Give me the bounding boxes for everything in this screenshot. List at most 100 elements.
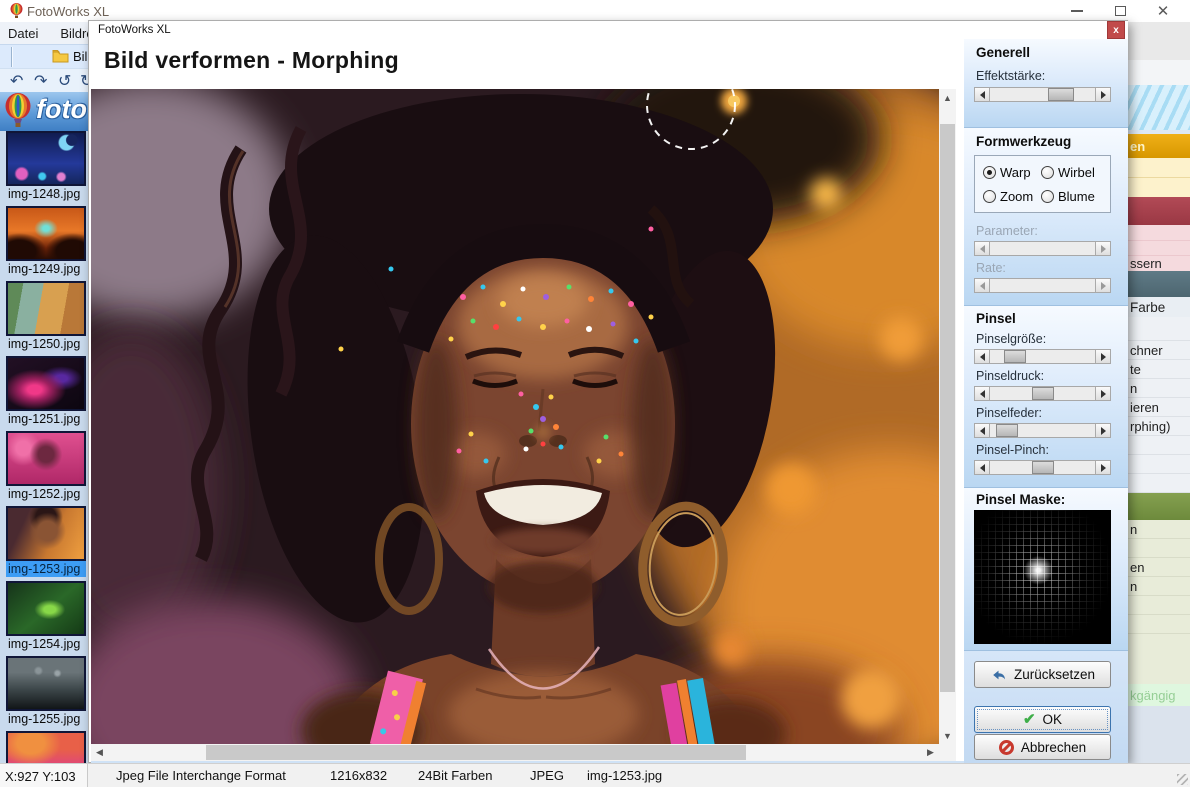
slider-track[interactable] <box>990 88 1095 101</box>
thumbnail-item[interactable]: img-1249.jpg <box>6 206 86 277</box>
slider-track[interactable] <box>990 350 1095 363</box>
slider-thumb[interactable] <box>996 424 1018 437</box>
slider-right-arrow[interactable] <box>1095 461 1110 474</box>
bg-row-pink[interactable]: ssern <box>1128 256 1190 271</box>
slider-right-arrow[interactable] <box>1095 88 1110 101</box>
radio-warp[interactable]: Warp <box>983 165 1031 180</box>
slider-right-arrow[interactable] <box>1095 424 1110 437</box>
scroll-down-icon[interactable]: ▼ <box>939 727 956 744</box>
bg-row[interactable] <box>1128 436 1190 455</box>
bg-button-red[interactable] <box>1128 197 1190 225</box>
slider-right-arrow[interactable] <box>1095 350 1110 363</box>
bg-row[interactable]: te <box>1128 360 1190 379</box>
scroll-right-icon[interactable]: ▶ <box>922 744 939 761</box>
horizontal-scrollbar[interactable]: ◀ ▶ <box>91 744 939 761</box>
slider-track[interactable] <box>990 461 1095 474</box>
bg-row-green[interactable]: n <box>1128 577 1190 596</box>
scroll-left-icon[interactable]: ◀ <box>91 744 108 761</box>
bg-button-orange[interactable]: en <box>1128 134 1190 158</box>
brush-pressure-slider[interactable] <box>974 386 1111 401</box>
slider-left-arrow[interactable] <box>975 461 990 474</box>
brush-feather-slider[interactable] <box>974 423 1111 438</box>
bg-row-green[interactable] <box>1128 596 1190 615</box>
brush-pinch-slider[interactable] <box>974 460 1111 475</box>
section-heading: Formwerkzeug <box>976 134 1071 149</box>
slider-left-arrow[interactable] <box>975 350 990 363</box>
bg-fragment-text: kgängig <box>1130 688 1176 703</box>
slider-right-arrow <box>1095 242 1110 255</box>
bg-row[interactable] <box>1128 474 1190 493</box>
bg-toolbar-area <box>1128 20 1190 60</box>
bg-row-pink[interactable] <box>1128 241 1190 256</box>
radio-blume[interactable]: Blume <box>1041 189 1095 204</box>
thumbnail-image[interactable] <box>6 731 86 763</box>
bg-row-pink[interactable] <box>1128 225 1190 241</box>
bg-row[interactable]: n <box>1128 379 1190 398</box>
horizontal-scroll-thumb[interactable] <box>206 745 746 760</box>
bg-row-green[interactable]: en <box>1128 558 1190 577</box>
slider-thumb[interactable] <box>1032 461 1054 474</box>
bg-row-cream[interactable] <box>1128 178 1190 197</box>
bg-row[interactable] <box>1128 455 1190 474</box>
thumbnail-item[interactable]: img-1251.jpg <box>6 356 86 427</box>
bg-row-green[interactable]: n <box>1128 520 1190 539</box>
thumbnail-item-partial[interactable] <box>6 731 86 763</box>
vertical-scrollbar[interactable]: ▲ ▼ <box>939 89 956 744</box>
dialog-close-button[interactable]: x <box>1107 21 1125 39</box>
ok-button-label: OK <box>1043 712 1063 727</box>
thumbnail-image[interactable] <box>6 581 86 636</box>
thumbnail-item[interactable]: img-1255.jpg <box>6 656 86 727</box>
ok-button[interactable]: ✔ OK <box>974 706 1111 733</box>
slider-left-arrow[interactable] <box>975 387 990 400</box>
thumbnail-label: img-1248.jpg <box>6 186 86 202</box>
bg-row[interactable]: chner <box>1128 341 1190 360</box>
rotate-left-icon[interactable]: ↶ <box>10 71 23 91</box>
slider-thumb[interactable] <box>1004 350 1026 363</box>
minimize-button[interactable] <box>1062 0 1092 22</box>
bg-row-green <box>1128 634 1190 684</box>
maximize-button[interactable] <box>1105 0 1135 22</box>
bg-row-green[interactable] <box>1128 615 1190 634</box>
folder-icon[interactable] <box>52 49 69 68</box>
thumbnail-image[interactable] <box>6 356 86 411</box>
vertical-scroll-thumb[interactable] <box>940 124 955 692</box>
thumbnail-item[interactable]: img-1250.jpg <box>6 281 86 352</box>
brush-size-slider[interactable] <box>974 349 1111 364</box>
radio-zoom[interactable]: Zoom <box>983 189 1033 204</box>
thumbnail-item[interactable]: img-1252.jpg <box>6 431 86 502</box>
thumbnail-image[interactable] <box>6 206 86 261</box>
bg-button-green[interactable] <box>1128 493 1190 520</box>
bg-row-cream[interactable] <box>1128 158 1190 178</box>
rotate-right-icon[interactable]: ↷ <box>34 71 47 91</box>
resize-grip[interactable] <box>1177 774 1188 785</box>
slider-thumb[interactable] <box>1032 387 1054 400</box>
reset-button[interactable]: Zurücksetzen <box>974 661 1111 688</box>
thumbnail-item[interactable]: img-1254.jpg <box>6 581 86 652</box>
bg-row[interactable] <box>1128 317 1190 341</box>
thumbnail-item[interactable]: img-1248.jpg <box>6 131 86 202</box>
thumbnail-image[interactable] <box>6 431 86 486</box>
bg-row-green[interactable] <box>1128 539 1190 558</box>
menu-datei[interactable]: Datei <box>8 26 38 41</box>
thumbnail-image[interactable] <box>6 656 86 711</box>
thumbnail-image[interactable] <box>6 131 86 186</box>
radio-wirbel[interactable]: Wirbel <box>1041 165 1095 180</box>
rotate-ccw-icon[interactable]: ↺ <box>58 71 71 91</box>
thumbnail-image[interactable] <box>6 506 86 561</box>
slider-thumb[interactable] <box>1048 88 1074 101</box>
close-button[interactable]: ✕ <box>1148 0 1178 22</box>
slider-right-arrow[interactable] <box>1095 387 1110 400</box>
thumbnail-image[interactable] <box>6 281 86 336</box>
bg-row[interactable]: rphing) <box>1128 417 1190 436</box>
scroll-up-icon[interactable]: ▲ <box>939 89 956 106</box>
slider-track[interactable] <box>990 424 1095 437</box>
slider-left-arrow[interactable] <box>975 88 990 101</box>
bg-button-teal[interactable] <box>1128 271 1190 297</box>
slider-track[interactable] <box>990 387 1095 400</box>
slider-left-arrow[interactable] <box>975 424 990 437</box>
cancel-button[interactable]: Abbrechen <box>974 734 1111 760</box>
thumbnail-item-selected[interactable]: img-1253.jpg <box>6 506 86 577</box>
bg-row[interactable]: ieren <box>1128 398 1190 417</box>
effect-strength-slider[interactable] <box>974 87 1111 102</box>
image-canvas[interactable] <box>91 89 939 744</box>
